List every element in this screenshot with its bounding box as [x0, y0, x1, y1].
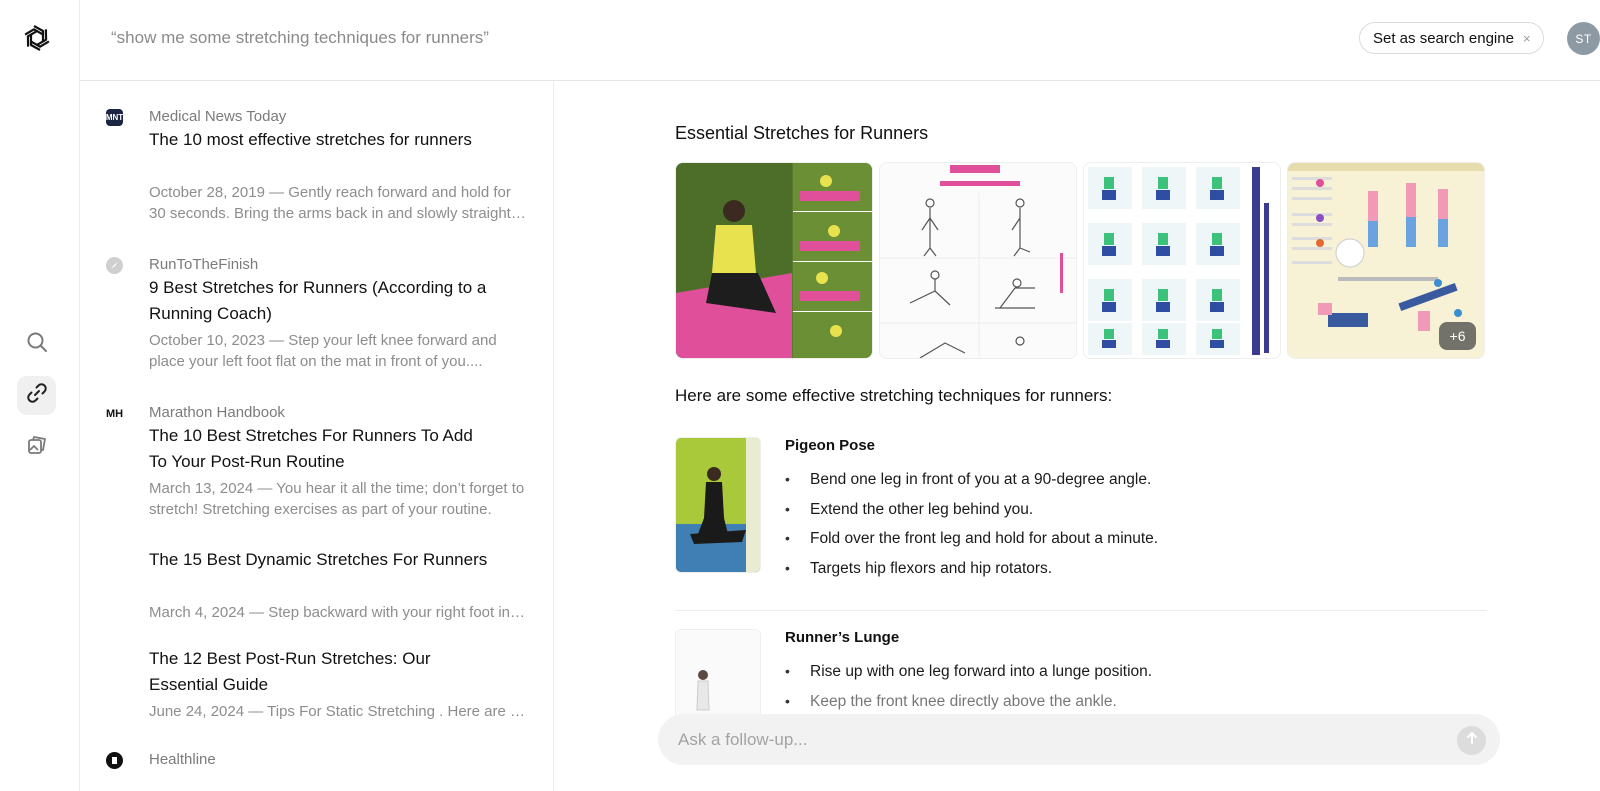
- stretch-bullet: Extend the other leg behind you.: [785, 495, 1158, 525]
- openai-logo-icon[interactable]: [19, 20, 55, 56]
- follow-up-placeholder: Ask a follow-up...: [678, 730, 808, 749]
- sources-panel: MNT Medical News Today The 10 most effec…: [80, 81, 554, 791]
- set-engine-label: Set as search engine: [1373, 29, 1514, 47]
- images-heading: Essential Stretches for Runners: [675, 123, 929, 143]
- source-title[interactable]: The 12 Best Post-Run Stretches: Our Esse…: [149, 646, 489, 698]
- healthline-favicon-icon: [106, 752, 123, 769]
- send-button[interactable]: [1457, 726, 1486, 755]
- source-title[interactable]: The 15 Best Dynamic Stretches For Runner…: [149, 547, 489, 573]
- search-query[interactable]: “show me some stretching techniques for …: [111, 28, 489, 48]
- answer-intro: Here are some effective stretching techn…: [675, 386, 1113, 405]
- left-rail: [0, 0, 80, 791]
- stretch-name: Runner’s Lunge: [785, 629, 900, 646]
- pigeon-pose-image[interactable]: [675, 437, 761, 573]
- source-site: Healthline: [149, 751, 216, 768]
- close-icon[interactable]: ×: [1523, 31, 1531, 46]
- rail-sources-button[interactable]: [17, 376, 56, 415]
- stretch-bullet: Keep the front knee directly above the a…: [785, 687, 1152, 717]
- source-snippet: March 13, 2024 — You hear it all the tim…: [149, 480, 525, 518]
- answer-panel: Essential Stretches for Runners +6 Here …: [554, 81, 1600, 791]
- post-run-stretches-chart-image[interactable]: [879, 162, 1077, 359]
- bottom-fade: [554, 771, 1600, 791]
- source-site: Marathon Handbook: [149, 404, 285, 421]
- source-snippet: October 10, 2023 — Step your left knee f…: [149, 332, 497, 370]
- source-snippet: March 4, 2024 — Step backward with your …: [149, 604, 529, 621]
- source-title[interactable]: 9 Best Stretches for Runners (According …: [149, 275, 489, 327]
- rail-search-button[interactable]: [17, 325, 56, 364]
- source-snippet: June 24, 2024 — Tips For Static Stretchi…: [149, 703, 529, 720]
- source-site: RunToTheFinish: [149, 256, 259, 273]
- compass-favicon-icon: [106, 257, 123, 274]
- source-site: Medical News Today: [149, 108, 287, 125]
- search-icon: [26, 331, 48, 358]
- stretch-bullet: Rise up with one leg forward into a lung…: [785, 657, 1152, 687]
- stretch-bullet: Targets hip flexors and hip rotators.: [785, 554, 1158, 584]
- stretch-name: Pigeon Pose: [785, 437, 876, 454]
- arrow-up-icon: [1465, 731, 1479, 750]
- stretch-bullet: Fold over the front leg and hold for abo…: [785, 524, 1158, 554]
- images-icon: [26, 434, 48, 461]
- set-as-search-engine-button[interactable]: Set as search engine ×: [1359, 22, 1544, 54]
- stretch-bullet: Bend one leg in front of you at a 90-deg…: [785, 465, 1158, 495]
- marathon-handbook-favicon-icon: MH: [106, 405, 123, 422]
- top-bar: “show me some stretching techniques for …: [80, 0, 1600, 81]
- source-title[interactable]: The 10 Best Stretches For Runners To Add…: [149, 423, 489, 475]
- more-images-badge[interactable]: +6: [1439, 322, 1476, 350]
- medical-news-today-favicon-icon: MNT: [106, 109, 123, 126]
- stretch-bullets: Bend one leg in front of you at a 90-deg…: [785, 465, 1158, 583]
- user-avatar[interactable]: ST: [1567, 22, 1600, 55]
- stretch-bullets: Rise up with one leg forward into a lung…: [785, 657, 1152, 716]
- link-icon: [26, 382, 48, 409]
- stretches-for-runners-grid-image[interactable]: [1083, 162, 1281, 359]
- rail-images-button[interactable]: [17, 428, 56, 467]
- source-snippet: October 28, 2019 — Gently reach forward …: [149, 184, 528, 222]
- follow-up-input[interactable]: Ask a follow-up...: [658, 714, 1500, 765]
- dynamic-stretching-poster-image[interactable]: +6: [1287, 162, 1485, 359]
- app-window: “show me some stretching techniques for …: [0, 0, 1600, 791]
- image-gallery: +6: [675, 162, 1485, 359]
- stretch-photo-collage-image[interactable]: [675, 162, 873, 359]
- divider: [675, 610, 1487, 611]
- source-title[interactable]: The 10 most effective stretches for runn…: [149, 127, 489, 153]
